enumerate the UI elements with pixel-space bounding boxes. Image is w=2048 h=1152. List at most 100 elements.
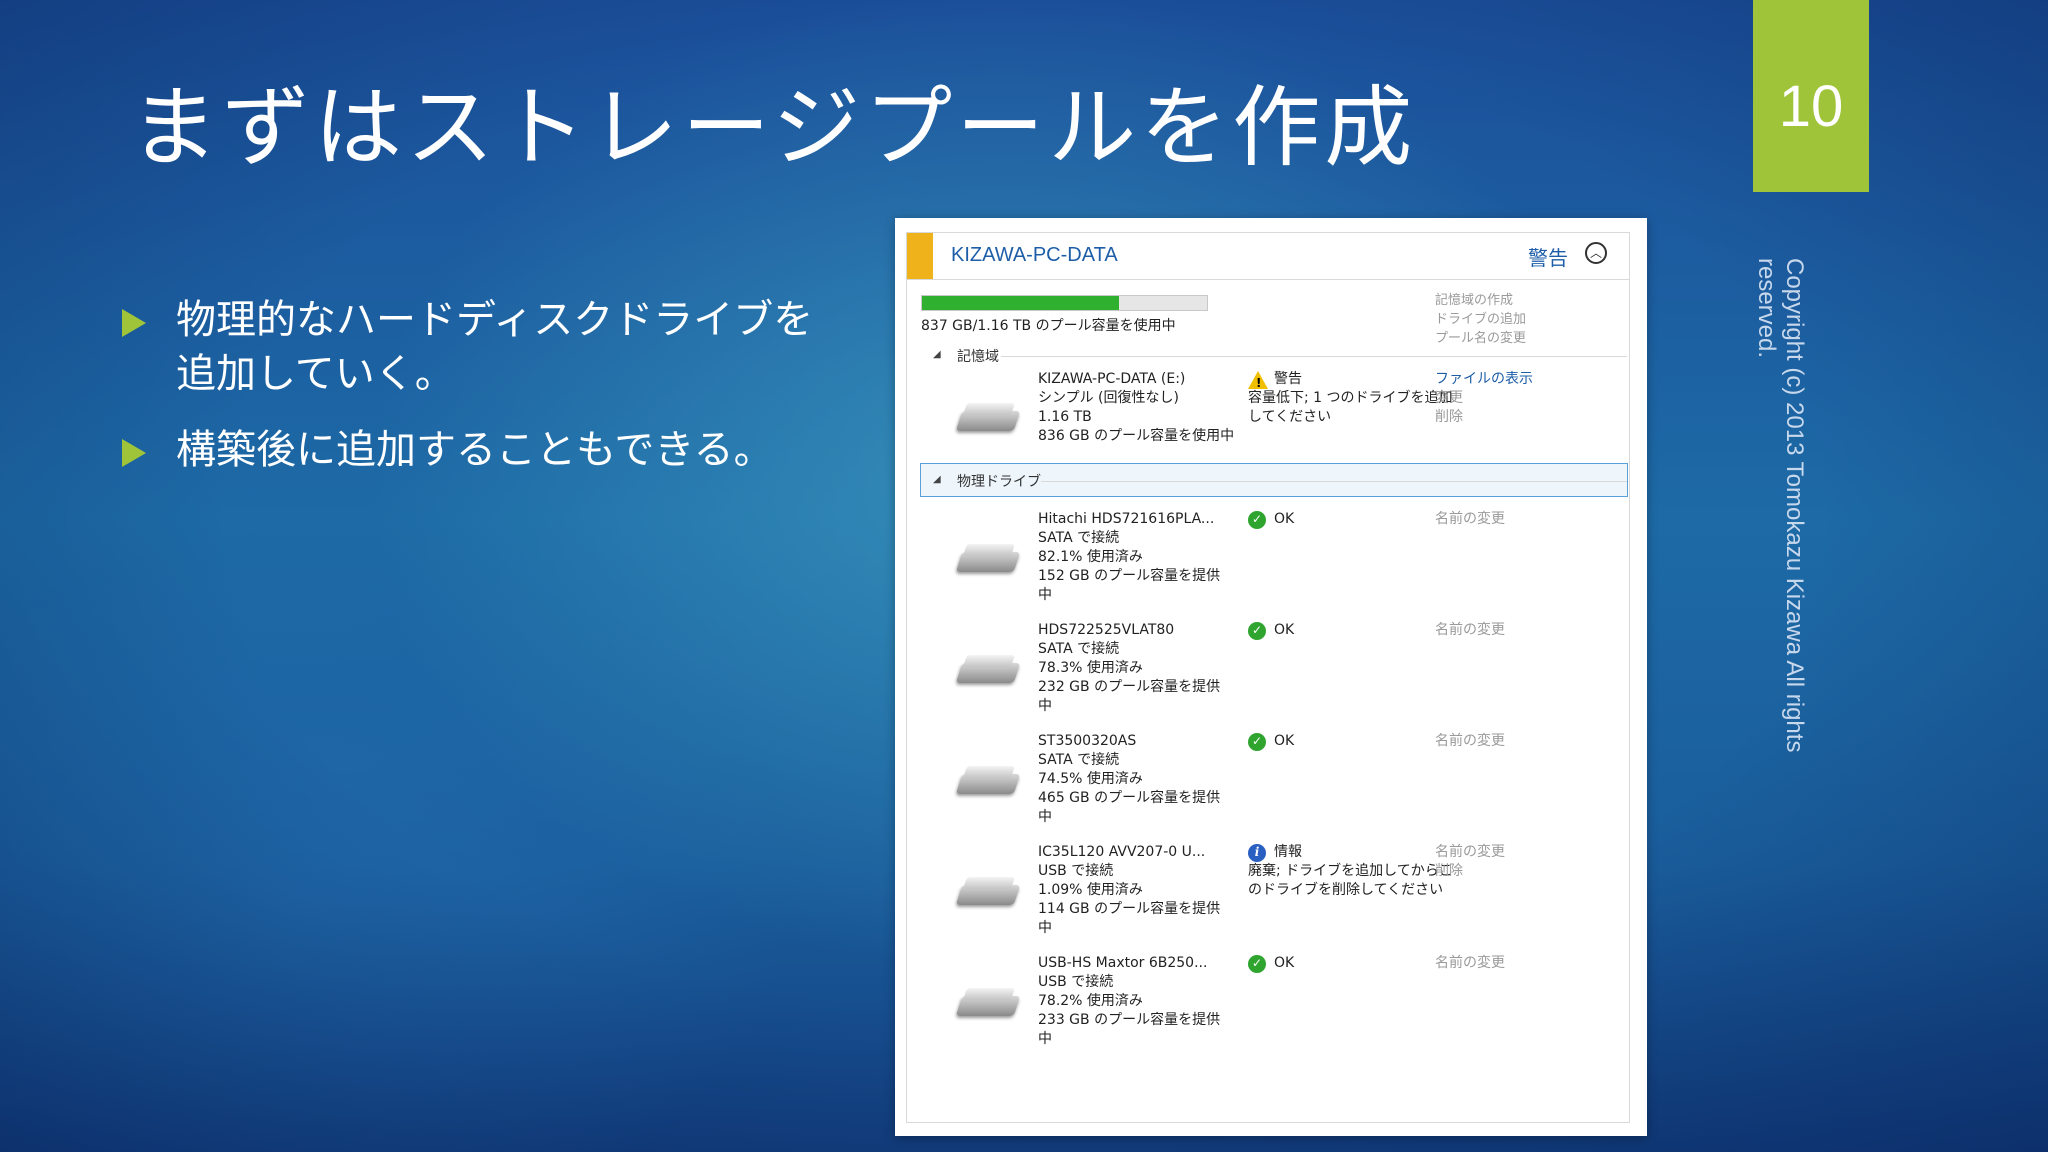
drive-info: HDS722525VLAT80 SATA で接続 78.3% 使用済み 232 GB … xyxy=(1038,621,1220,716)
storage-name: KIZAWA-PC-DATA (E:) xyxy=(1038,371,1186,387)
view-files-link[interactable]: ファイルの表示 xyxy=(1435,370,1533,389)
drive-action-link[interactable]: 名前の変更 xyxy=(1435,954,1505,973)
drive-name: USB-HS Maxtor 6B250... xyxy=(1038,955,1208,971)
drives-section-header[interactable]: ◢ 物理ドライブ xyxy=(920,463,1628,497)
drive-status: i 情報廃棄; ドライブを追加してからこ のドライブを削除してください xyxy=(1248,843,1453,900)
drive-status: ✓ OK xyxy=(1248,732,1294,751)
storage-size: 1.16 TB xyxy=(1038,409,1092,425)
storage-status-title: 警告 xyxy=(1274,371,1302,387)
pool-status-label: 警告 xyxy=(1528,248,1568,270)
warning-icon: ! xyxy=(1248,370,1268,390)
page-number: 10 xyxy=(1778,73,1844,139)
drive-status-label: OK xyxy=(1274,733,1295,749)
page-number-box: 10 xyxy=(1753,0,1869,192)
hard-drive-icon xyxy=(955,401,1021,435)
drive-status: ✓ OK xyxy=(1248,621,1294,640)
drive-status-label: OK xyxy=(1274,955,1295,971)
storage-type: シンプル (回復性なし) xyxy=(1038,390,1179,406)
drive-actions: 名前の変更 xyxy=(1435,954,1505,973)
drive-capacity: 152 GB のプール容量を提供 xyxy=(1038,568,1221,584)
header-divider xyxy=(907,279,1629,280)
ok-check-icon: ✓ xyxy=(1248,732,1266,751)
info-icon: i xyxy=(1248,843,1266,862)
drive-status: ✓ OK xyxy=(1248,510,1294,529)
storage-usage: 836 GB のプール容量を使用中 xyxy=(1038,428,1235,444)
drive-name: ST3500320AS xyxy=(1038,733,1137,749)
add-drive-link[interactable]: ドライブの追加 xyxy=(1435,310,1526,329)
collapse-arrow-icon: ◢ xyxy=(933,349,941,360)
bullet-text: 物理的なハードディスクドライブを 追加していく。 xyxy=(176,297,814,397)
drive-capacity: 233 GB のプール容量を提供 xyxy=(1038,1012,1221,1028)
create-storage-link[interactable]: 記憶域の作成 xyxy=(1435,291,1526,310)
drive-capacity: 465 GB のプール容量を提供 xyxy=(1038,790,1221,806)
drive-used: 78.2% 使用済み xyxy=(1038,993,1143,1009)
bullet-item: 物理的なハードディスクドライブを 追加していく。 xyxy=(122,293,882,401)
storage-actions: ファイルの表示 変更 削除 xyxy=(1435,370,1533,427)
bullet-item: 構築後に追加することもできる。 xyxy=(122,423,882,477)
ok-check-icon: ✓ xyxy=(1248,510,1266,529)
drive-connection: SATA で接続 xyxy=(1038,641,1120,657)
ok-check-icon: ✓ xyxy=(1248,621,1266,640)
drive-action-link[interactable]: 名前の変更 xyxy=(1435,621,1505,640)
storage-spaces-screenshot: KIZAWA-PC-DATA 警告 ︿ 837 GB/1.16 TB のプール容… xyxy=(895,218,1647,1136)
drive-action-link[interactable]: 名前の変更 xyxy=(1435,732,1505,751)
hard-drive-icon xyxy=(955,653,1021,687)
drive-actions: 名前の変更 xyxy=(1435,732,1505,751)
pool-name: KIZAWA-PC-DATA xyxy=(951,244,1118,266)
change-link[interactable]: 変更 xyxy=(1435,389,1533,408)
drive-actions: 名前の変更 xyxy=(1435,510,1505,529)
drive-capacity: 232 GB のプール容量を提供 xyxy=(1038,679,1221,695)
storage-status-detail: してください xyxy=(1248,409,1332,425)
pool-usage-fill xyxy=(922,296,1119,310)
pool-status-accent xyxy=(907,233,933,279)
drive-capacity-tail: 中 xyxy=(1038,809,1052,825)
section-divider xyxy=(1041,481,1627,482)
drive-info: ST3500320AS SATA で接続 74.5% 使用済み 465 GB のプール… xyxy=(1038,732,1220,827)
drive-capacity: 114 GB のプール容量を提供 xyxy=(1038,901,1221,917)
hard-drive-icon xyxy=(955,542,1021,576)
drive-status-label: OK xyxy=(1274,622,1295,638)
triangle-bullet-icon xyxy=(122,439,146,467)
hard-drive-icon xyxy=(955,875,1021,909)
drive-actions: 名前の変更 削除 xyxy=(1435,843,1505,881)
drive-capacity-tail: 中 xyxy=(1038,920,1052,936)
drive-used: 82.1% 使用済み xyxy=(1038,549,1143,565)
drive-action-link[interactable]: 削除 xyxy=(1435,862,1505,881)
delete-link[interactable]: 削除 xyxy=(1435,408,1533,427)
drive-actions: 名前の変更 xyxy=(1435,621,1505,640)
hard-drive-icon xyxy=(955,986,1021,1020)
drive-info: IC35L120 AVV207-0 U... USB で接続 1.09% 使用済み 1… xyxy=(1038,843,1220,938)
drive-info: USB-HS Maxtor 6B250... USB で接続 78.2% 使用済み 2… xyxy=(1038,954,1220,1049)
drive-capacity-tail: 中 xyxy=(1038,587,1052,603)
storage-section-label: 記憶域 xyxy=(957,349,999,365)
hard-drive-icon xyxy=(955,764,1021,798)
drive-used: 78.3% 使用済み xyxy=(1038,660,1143,676)
drive-name: Hitachi HDS721616PLA... xyxy=(1038,511,1215,527)
drive-status: ✓ OK xyxy=(1248,954,1294,973)
drive-status-label: OK xyxy=(1274,511,1295,527)
storage-section-header[interactable]: ◢ 記憶域 xyxy=(921,341,1627,371)
drives-section-label: 物理ドライブ xyxy=(957,474,1041,490)
drive-used: 74.5% 使用済み xyxy=(1038,771,1143,787)
copyright-text: Copyright (c) 2013 Tomokazu Kizawa All r… xyxy=(1753,258,1808,753)
pool-usage-bar xyxy=(921,295,1208,311)
drive-capacity-tail: 中 xyxy=(1038,1031,1052,1047)
drive-action-link[interactable]: 名前の変更 xyxy=(1435,843,1505,862)
collapse-chevron-icon[interactable]: ︿ xyxy=(1585,242,1607,264)
drive-status-detail: 廃棄; ドライブを追加してからこ xyxy=(1248,863,1453,879)
drive-status-label: 情報 xyxy=(1274,844,1302,860)
drive-action-link[interactable]: 名前の変更 xyxy=(1435,510,1505,529)
pool-action-links: 記憶域の作成 ドライブの追加 プール名の変更 xyxy=(1435,291,1526,348)
storage-item-info: KIZAWA-PC-DATA (E:) シンプル (回復性なし) 1.16 TB… xyxy=(1038,370,1234,446)
drive-used: 1.09% 使用済み xyxy=(1038,882,1143,898)
slide-title: まずはストレージプールを作成 xyxy=(130,76,1417,179)
bullet-list: 物理的なハードディスクドライブを 追加していく。 構築後に追加することもできる。 xyxy=(122,293,882,499)
drive-name: IC35L120 AVV207-0 U... xyxy=(1038,844,1206,860)
pool-usage-text: 837 GB/1.16 TB のプール容量を使用中 xyxy=(921,318,1176,334)
drive-connection: USB で接続 xyxy=(1038,863,1114,879)
collapse-arrow-icon: ◢ xyxy=(933,474,941,485)
drive-name: HDS722525VLAT80 xyxy=(1038,622,1175,638)
storage-status-detail: 容量低下; 1 つのドライブを追加 xyxy=(1248,390,1453,406)
drive-info: Hitachi HDS721616PLA... SATA で接続 82.1% 使用済… xyxy=(1038,510,1220,605)
drive-status-detail: のドライブを削除してください xyxy=(1248,882,1444,898)
